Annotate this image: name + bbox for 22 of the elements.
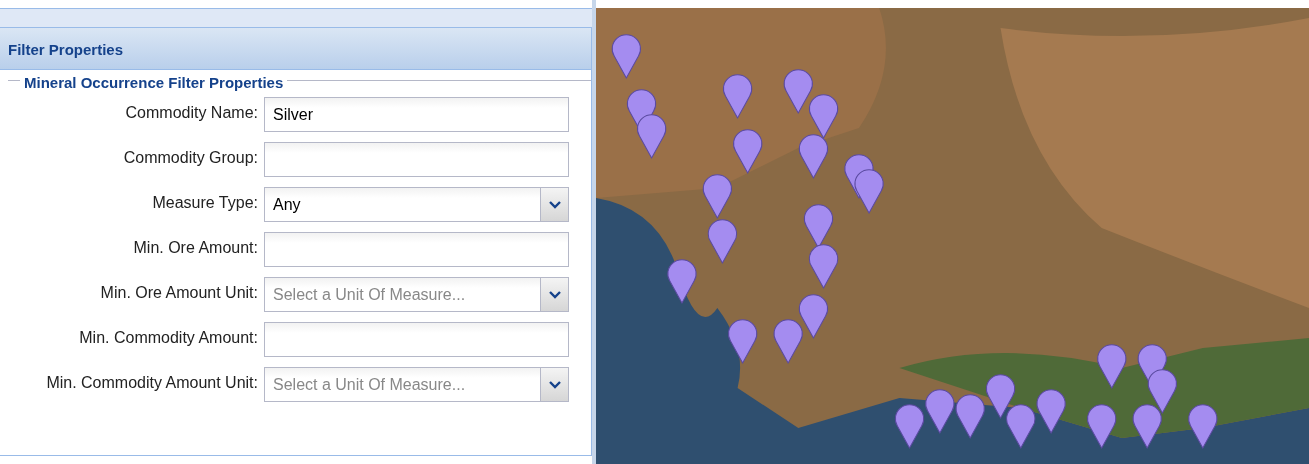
combo-field[interactable]: Select a Unit Of Measure...: [264, 277, 540, 312]
chevron-down-icon: [548, 380, 561, 389]
field-label: Commodity Name:: [124, 103, 259, 123]
combo-field[interactable]: Select a Unit Of Measure...: [264, 367, 540, 402]
input-field[interactable]: Silver: [264, 97, 569, 132]
chevron-down-icon: [548, 290, 561, 299]
field-label: Min. Commodity Amount Unit:: [45, 373, 259, 393]
chevron-down-icon: [548, 200, 561, 209]
input-field[interactable]: [264, 142, 569, 177]
field-label: Commodity Group:: [122, 148, 259, 168]
field-label: Min. Commodity Amount:: [78, 328, 259, 348]
input-field[interactable]: [264, 322, 569, 357]
combo-field[interactable]: Any: [264, 187, 540, 222]
field-label: Measure Type:: [151, 193, 259, 213]
satellite-map-drawing[interactable]: [596, 8, 1309, 464]
field-label: Min. Ore Amount:: [132, 238, 259, 258]
field-label: Min. Ore Amount Unit:: [99, 283, 259, 303]
dropdown-button[interactable]: [540, 187, 569, 222]
dropdown-button[interactable]: [540, 277, 569, 312]
input-field[interactable]: [264, 232, 569, 267]
dropdown-button[interactable]: [540, 367, 569, 402]
panel-title: Filter Properties: [0, 28, 592, 70]
